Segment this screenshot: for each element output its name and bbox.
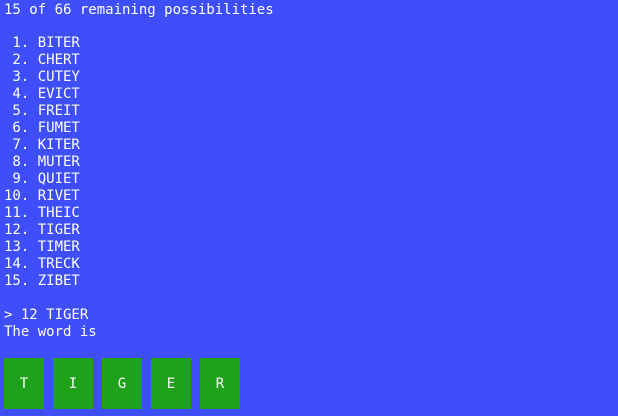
list-item: 7. KITER [4, 137, 80, 153]
list-item: 15. ZIBET [4, 273, 80, 289]
list-item: 6. FUMET [4, 120, 80, 136]
letter-tile: R [200, 358, 240, 409]
word-tiles: T I G E R [4, 358, 240, 409]
list-item: 3. CUTEY [4, 69, 80, 85]
terminal-window: 15 of 66 remaining possibilities 1. BITE… [0, 0, 618, 416]
list-item: 9. QUIET [4, 171, 80, 187]
list-item: 8. MUTER [4, 154, 80, 170]
list-item: 4. EVICT [4, 86, 80, 102]
command-line: > 12 TIGER [4, 307, 89, 323]
result-text: The word is [4, 324, 97, 340]
remaining-count-header: 15 of 66 remaining possibilities [4, 2, 274, 18]
letter-tile: I [53, 358, 93, 409]
letter-tile: G [102, 358, 142, 409]
list-item: 1. BITER [4, 35, 80, 51]
list-item: 2. CHERT [4, 52, 80, 68]
list-item: 14. TRECK [4, 256, 80, 272]
list-item: 12. TIGER [4, 222, 80, 238]
list-item: 11. THEIC [4, 205, 80, 221]
list-item: 13. TIMER [4, 239, 80, 255]
list-item: 10. RIVET [4, 188, 80, 204]
letter-tile: T [4, 358, 44, 409]
letter-tile: E [151, 358, 191, 409]
list-item: 5. FREIT [4, 103, 80, 119]
